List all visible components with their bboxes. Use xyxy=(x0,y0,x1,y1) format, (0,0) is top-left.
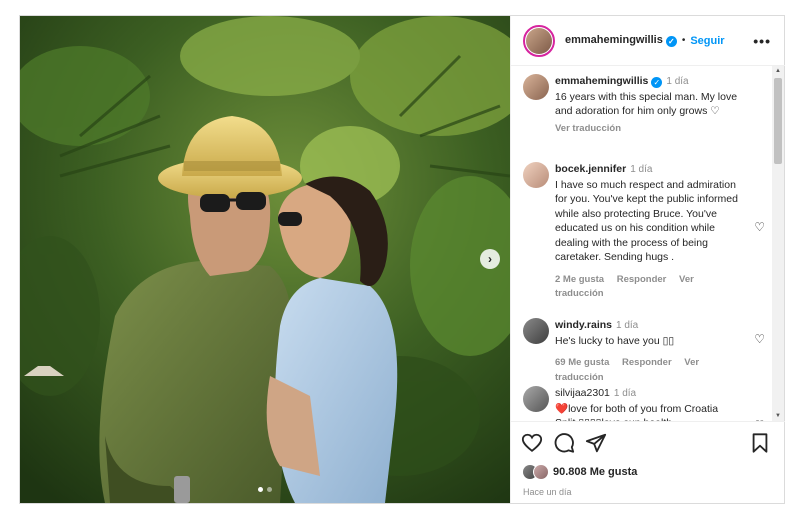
comment-heart-icon[interactable]: ♡ xyxy=(754,220,765,234)
comment-avatar[interactable] xyxy=(523,162,549,188)
caption: emmahemingwillis ✓ 1 día 16 years with thi… xyxy=(523,74,767,144)
comments-scrollbar[interactable]: ▲ ▼ xyxy=(772,66,784,421)
caption-avatar[interactable] xyxy=(523,74,549,100)
comment-username[interactable]: silvijaa2301 xyxy=(555,387,610,399)
comment-heart-icon[interactable]: ♡ xyxy=(754,332,765,346)
comment-item: windy.rains 1 día He's lucky to have you … xyxy=(523,318,767,383)
caption-body: emmahemingwillis ✓ 1 día 16 years with thi… xyxy=(555,74,741,136)
comment-text: I have so much respect and admiration fo… xyxy=(555,178,738,264)
reply-link[interactable]: Responder xyxy=(622,357,672,368)
carousel-dot-active xyxy=(258,487,263,492)
comment-body: bocek.jennifer 1 día I have so much respe… xyxy=(555,162,741,302)
comment-body: windy.rains 1 día He's lucky to have you … xyxy=(555,318,741,385)
carousel-dot xyxy=(267,487,272,492)
post-side-panel: emmahemingwillis ✓ • Seguir ••• emmahemin… xyxy=(510,16,785,503)
verified-badge-icon: ✓ xyxy=(651,77,663,88)
chevron-right-icon: › xyxy=(488,252,492,266)
comment-meta: 69 Me gusta Responder Ver traducción xyxy=(555,356,741,385)
caption-username[interactable]: emmahemingwillis xyxy=(555,75,648,87)
scroll-down-icon[interactable]: ▼ xyxy=(772,411,784,421)
comment-avatar[interactable] xyxy=(523,318,549,344)
caption-meta: Ver traducción xyxy=(555,122,741,137)
liker-avatar xyxy=(533,464,549,480)
caption-text: 16 years with this special man. My love … xyxy=(555,90,738,118)
comment-time[interactable]: 1 día xyxy=(630,164,652,175)
post-actions: 90.808 Me gusta Hace un día xyxy=(511,421,785,503)
comment-text: He's lucky to have you ▯▯ xyxy=(555,334,675,347)
comment-likes[interactable]: 69 Me gusta xyxy=(555,357,609,368)
scrollbar-thumb[interactable] xyxy=(774,78,782,164)
more-options-icon[interactable]: ••• xyxy=(753,33,771,49)
comment-text: ❤️love for both of you from Croatia Spli… xyxy=(555,402,719,422)
next-photo-button[interactable]: › xyxy=(480,249,500,269)
comment-username[interactable]: windy.rains xyxy=(555,319,612,331)
verified-badge-icon: ✓ xyxy=(665,36,677,47)
caption-time[interactable]: 1 día xyxy=(666,76,688,87)
comment-time[interactable]: 1 día xyxy=(616,320,638,331)
comments-list: emmahemingwillis ✓ 1 día 16 years with thi… xyxy=(511,66,773,421)
reply-link[interactable]: Responder xyxy=(617,274,667,285)
paper-plane-icon[interactable] xyxy=(585,432,607,454)
photo-image xyxy=(20,16,510,503)
heart-icon[interactable] xyxy=(521,432,543,454)
comment-avatar[interactable] xyxy=(523,386,549,412)
post-modal: › emmahemingwillis ✓ • Seguir ••• emmahem… xyxy=(19,15,785,504)
follow-button[interactable]: Seguir xyxy=(690,35,724,47)
likes-count[interactable]: 90.808 Me gusta xyxy=(523,464,637,480)
translate-link[interactable]: Ver traducción xyxy=(555,123,621,134)
carousel-dots xyxy=(258,487,272,492)
scroll-up-icon[interactable]: ▲ xyxy=(772,66,784,76)
post-header: emmahemingwillis ✓ • Seguir ••• xyxy=(511,16,785,66)
separator-dot: • xyxy=(681,35,686,46)
comment-likes[interactable]: 2 Me gusta xyxy=(555,274,604,285)
post-time[interactable]: Hace un día xyxy=(523,487,572,497)
author-username[interactable]: emmahemingwillis ✓ xyxy=(565,34,677,47)
comment-icon[interactable] xyxy=(553,432,575,454)
comment-time[interactable]: 1 día xyxy=(614,388,636,399)
bookmark-icon[interactable] xyxy=(749,432,771,454)
comment-meta: 2 Me gusta Responder Ver traducción xyxy=(555,273,741,302)
comment-item: bocek.jennifer 1 día I have so much respe… xyxy=(523,162,767,312)
author-avatar[interactable] xyxy=(523,24,555,57)
comment-item: silvijaa2301 1 día ❤️love for both of you… xyxy=(523,386,767,421)
comment-body: silvijaa2301 1 día ❤️love for both of you… xyxy=(555,386,741,421)
post-photo[interactable]: › xyxy=(20,16,510,503)
comment-username[interactable]: bocek.jennifer xyxy=(555,163,626,175)
